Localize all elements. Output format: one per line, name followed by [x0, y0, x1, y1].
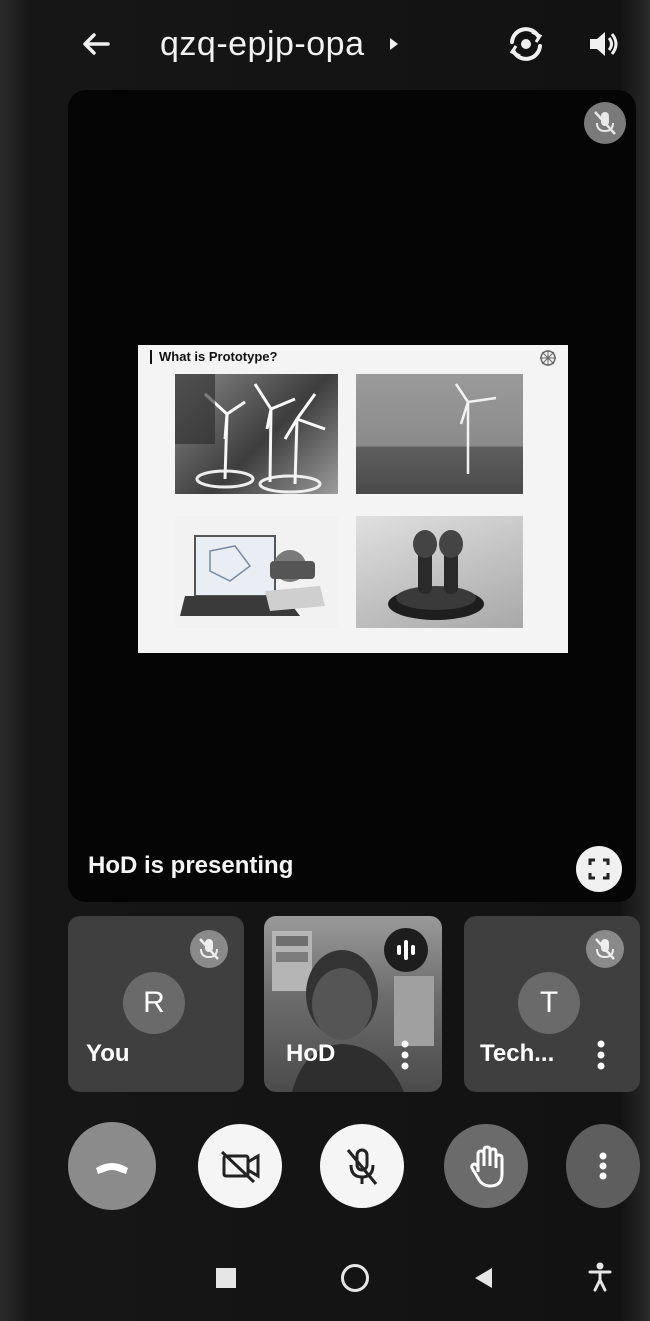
recents-icon[interactable]	[216, 1268, 236, 1288]
participant-name: HoD	[286, 1040, 336, 1067]
wind-turbine-models-photo	[175, 374, 338, 494]
slide-title: What is Prototype?	[150, 350, 277, 364]
back-triangle-icon[interactable]	[472, 1266, 494, 1290]
arrow-left-icon	[83, 33, 110, 55]
presenter-mic-status	[584, 102, 626, 144]
accessibility-icon[interactable]	[588, 1262, 612, 1292]
more-vert-icon[interactable]	[398, 1038, 412, 1072]
system-nav-bar	[0, 1240, 650, 1321]
end-call-button[interactable]	[68, 1122, 156, 1210]
mic-off-icon	[190, 930, 228, 968]
meeting-code[interactable]: qzq-epjp-opa	[160, 22, 364, 66]
speaker-icon	[590, 32, 618, 56]
camera-toggle-button[interactable]	[198, 1124, 282, 1208]
speaking-indicator	[384, 928, 428, 972]
more-vert-icon[interactable]	[594, 1038, 608, 1072]
audio-output-button[interactable]	[582, 22, 626, 66]
fullscreen-icon	[588, 858, 610, 880]
fullscreen-button[interactable]	[576, 846, 622, 892]
3d-printed-object-photo	[356, 516, 523, 628]
mic-off-icon	[586, 930, 624, 968]
audio-level-icon	[397, 940, 415, 960]
more-vert-icon	[599, 1152, 607, 1180]
camera-off-icon	[220, 1150, 260, 1184]
mic-off-icon	[594, 111, 616, 135]
switch-camera-icon	[509, 27, 543, 61]
presenting-status: HoD is presenting	[88, 852, 294, 879]
phone-hangup-icon	[96, 1163, 128, 1174]
avatar: T	[518, 972, 580, 1034]
raise-hand-button[interactable]	[444, 1124, 528, 1208]
participant-name: You	[86, 1040, 130, 1067]
laptop-cad-prototype-photo	[175, 516, 338, 628]
home-icon[interactable]	[341, 1264, 369, 1292]
mic-toggle-button[interactable]	[320, 1124, 404, 1208]
switch-camera-button[interactable]	[502, 20, 550, 68]
offshore-wind-turbine-photo	[356, 374, 523, 494]
avatar: R	[123, 972, 185, 1034]
call-screen: qzq-epjp-opa What is Prototype? HoD is p…	[0, 0, 650, 1321]
participant-name: Tech...	[480, 1040, 555, 1067]
slide-logo-icon	[540, 350, 556, 366]
caret-right-icon[interactable]	[388, 37, 400, 51]
mic-off-icon	[346, 1148, 378, 1185]
back-button[interactable]	[74, 22, 118, 66]
raise-hand-icon	[470, 1145, 504, 1188]
more-options-button[interactable]	[566, 1124, 640, 1208]
